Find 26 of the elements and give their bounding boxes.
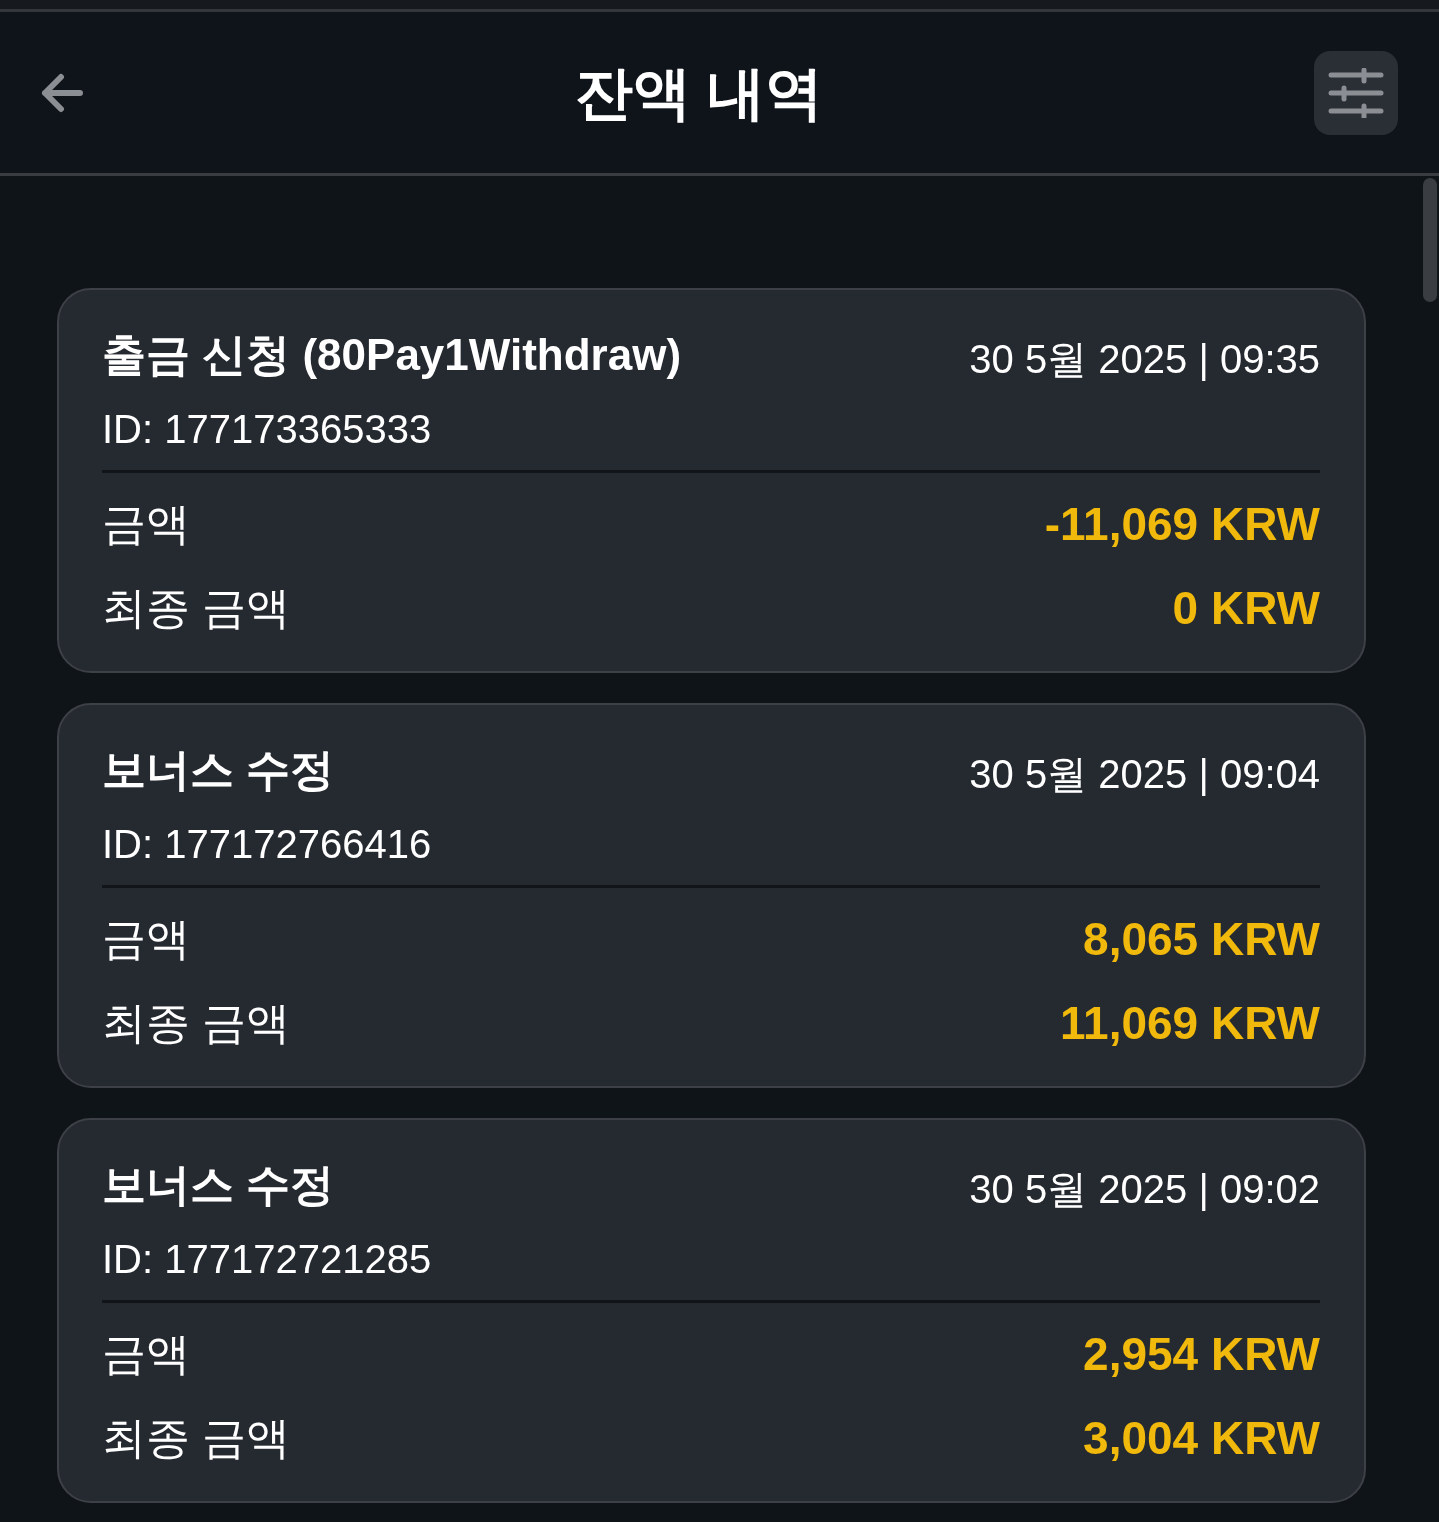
transaction-title: 출금 신청 (80Pay1Withdraw) xyxy=(102,329,682,381)
scrollbar-thumb[interactable] xyxy=(1423,178,1437,302)
transaction-date: 30 5월 2025 | 09:04 xyxy=(969,751,1320,798)
transaction-title: 보너스 수정 xyxy=(102,744,335,796)
amount-value: 8,065 KRW xyxy=(1083,912,1320,967)
amount-value: -11,069 KRW xyxy=(1044,497,1320,552)
back-arrow-icon[interactable] xyxy=(40,72,84,113)
amount-value: 11,069 KRW xyxy=(1060,996,1320,1051)
amount-label: 금액 xyxy=(102,913,190,965)
amount-label: 최종 금액 xyxy=(102,997,291,1049)
transaction-id: ID: 177173365333 xyxy=(102,406,432,453)
amount-label: 최종 금액 xyxy=(102,1412,291,1464)
amount-label: 최종 금액 xyxy=(102,582,291,634)
transaction-title: 보너스 수정 xyxy=(102,1159,335,1211)
page-title: 잔액 내역 xyxy=(574,58,824,127)
filter-button[interactable] xyxy=(1314,50,1398,135)
amount-label: 금액 xyxy=(102,1328,190,1380)
amount-label: 금액 xyxy=(102,498,190,550)
transaction-id: ID: 177172766416 xyxy=(102,821,432,868)
transaction-id: ID: 177172721285 xyxy=(102,1236,432,1283)
amount-value: 2,954 KRW xyxy=(1083,1327,1320,1382)
sliders-icon xyxy=(1328,67,1384,118)
amount-value: 0 KRW xyxy=(1172,581,1320,636)
amount-value: 3,004 KRW xyxy=(1083,1411,1320,1466)
transaction-date: 30 5월 2025 | 09:35 xyxy=(969,336,1320,383)
transaction-date: 30 5월 2025 | 09:02 xyxy=(969,1166,1320,1213)
